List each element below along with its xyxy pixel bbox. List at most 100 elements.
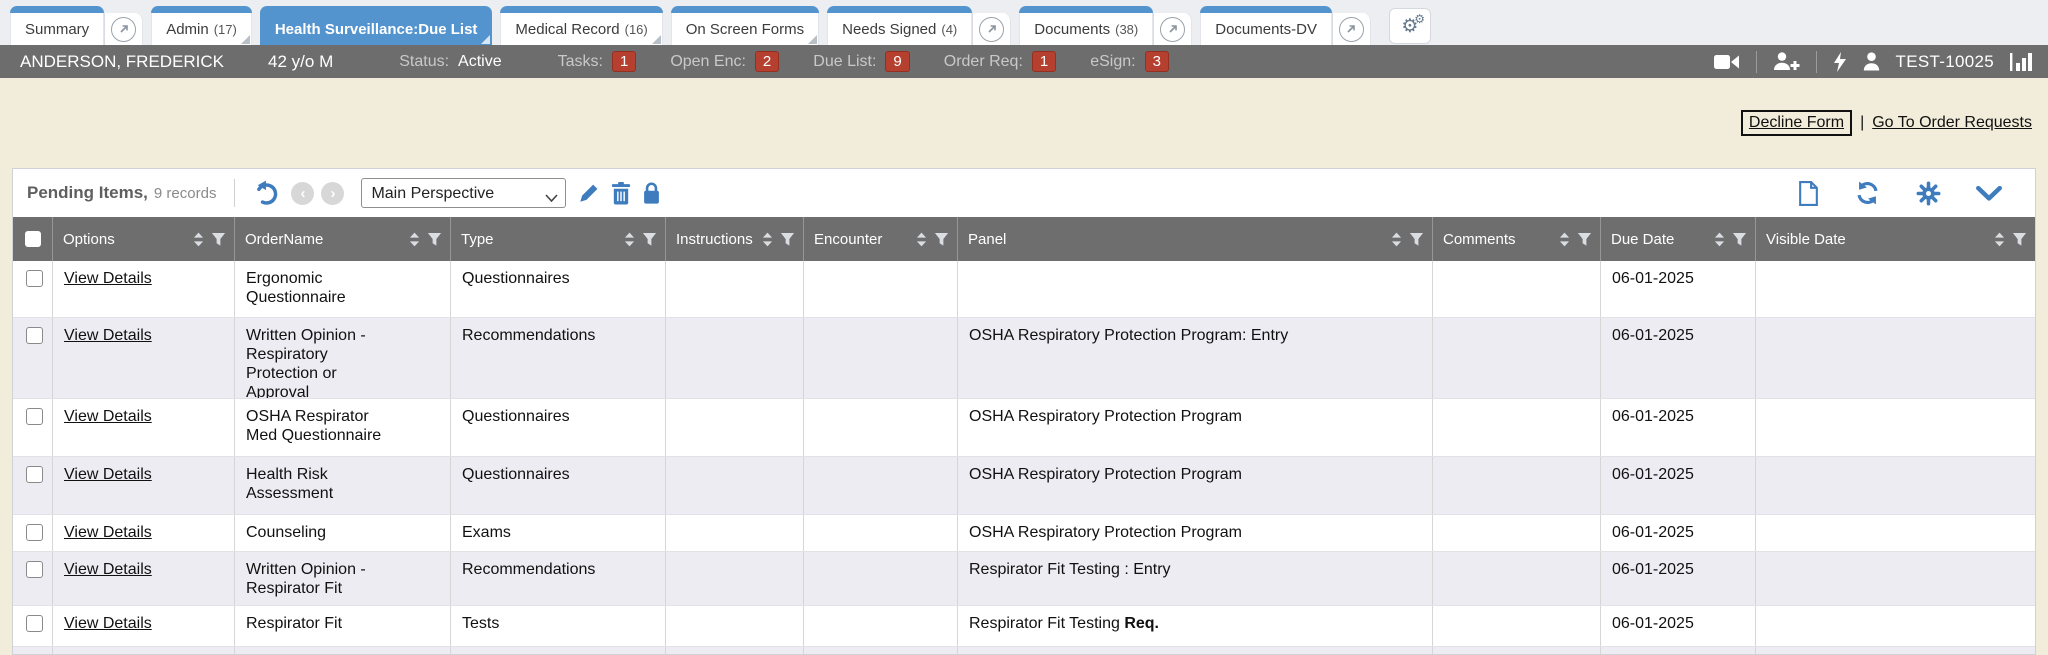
column-label: Visible Date [1766, 231, 1846, 248]
tab-health-surveillance-due-list[interactable]: Health Surveillance:Due List [260, 6, 493, 45]
new-document-button[interactable] [1798, 181, 1819, 206]
column-header-ordername[interactable]: OrderName [235, 217, 451, 261]
next-perspective-button[interactable]: › [321, 182, 344, 205]
delete-perspective-button[interactable] [611, 182, 631, 205]
add-person-icon[interactable] [1773, 52, 1800, 71]
sort-icon[interactable] [1559, 232, 1570, 247]
tab-accent-strip [1019, 6, 1153, 13]
tab-admin[interactable]: Admin(17) [151, 6, 252, 45]
order-name: OSHA Respirator Med Questionnaire [246, 407, 398, 445]
options-cell: View Details [53, 399, 235, 456]
perspective-select[interactable]: Main Perspective [361, 178, 566, 208]
order-name: Written Opinion - Respiratory Protection… [246, 326, 398, 398]
sort-icon[interactable] [1391, 232, 1402, 247]
column-header-panel[interactable]: Panel [958, 217, 1433, 261]
column-header-visible-date[interactable]: Visible Date [1756, 217, 2035, 261]
grid-settings-button[interactable] [1916, 181, 1941, 206]
popout-summary-button[interactable] [104, 13, 143, 45]
order-req-count-badge[interactable]: 1 [1032, 51, 1056, 72]
panel-cell [958, 261, 1433, 317]
due-list-count-badge[interactable]: 9 [885, 51, 909, 72]
filter-icon[interactable] [780, 232, 795, 247]
order-name: Counseling [246, 523, 398, 542]
column-header-comments[interactable]: Comments [1433, 217, 1601, 261]
row-checkbox[interactable] [26, 561, 43, 578]
column-header-instructions[interactable]: Instructions [666, 217, 804, 261]
view-details-link[interactable]: View Details [64, 561, 152, 578]
column-header-due-date[interactable]: Due Date [1601, 217, 1756, 261]
previous-perspective-button[interactable]: ‹ [291, 182, 314, 205]
sort-icon[interactable] [624, 232, 635, 247]
instructions-cell [666, 261, 804, 317]
filter-icon[interactable] [2012, 232, 2027, 247]
ordername-cell: Respirator Fit [235, 606, 451, 646]
action-links-row: Decline Form | Go To Order Requests [0, 78, 2048, 168]
popout-documents-button[interactable] [1153, 13, 1192, 45]
tasks-count-badge[interactable]: 1 [612, 51, 636, 72]
column-header-options[interactable]: Options [53, 217, 235, 261]
table-row: View Details Respirator Fit Tests Respir… [13, 606, 2035, 647]
row-checkbox[interactable] [26, 327, 43, 344]
sort-icon[interactable] [916, 232, 927, 247]
column-header-encounter[interactable]: Encounter [804, 217, 958, 261]
go-to-order-requests-link[interactable]: Go To Order Requests [1872, 114, 2032, 132]
undo-button[interactable] [253, 180, 280, 207]
sort-icon[interactable] [193, 232, 204, 247]
view-details-link[interactable]: View Details [64, 270, 152, 287]
bar-chart-icon[interactable] [2010, 52, 2034, 71]
row-checkbox[interactable] [26, 270, 43, 287]
table-row-partial [13, 647, 2035, 655]
panel-cell: Respirator Fit Testing : Entry [958, 552, 1433, 605]
lock-perspective-button[interactable] [642, 181, 661, 205]
sort-icon[interactable] [1714, 232, 1725, 247]
view-details-link[interactable]: View Details [64, 524, 152, 541]
filter-icon[interactable] [642, 232, 657, 247]
esign-count-badge[interactable]: 3 [1145, 51, 1169, 72]
tab-on-screen-forms[interactable]: On Screen Forms [671, 6, 819, 45]
tab-medical-record[interactable]: Medical Record(16) [500, 6, 662, 45]
popout-needs-signed-button[interactable] [972, 13, 1011, 45]
collapse-chevron-button[interactable] [1976, 186, 2002, 201]
view-details-link[interactable]: View Details [64, 408, 152, 425]
row-checkbox[interactable] [26, 615, 43, 632]
tab-settings-button[interactable]: ⚙⚙ [1389, 8, 1431, 44]
lightning-bolt-icon[interactable] [1833, 52, 1847, 72]
row-checkbox-cell [13, 318, 53, 398]
tab-documents[interactable]: Documents(38) [1019, 6, 1192, 45]
filter-icon[interactable] [427, 232, 442, 247]
filter-icon[interactable] [934, 232, 949, 247]
tab-summary[interactable]: Summary [10, 6, 143, 45]
row-checkbox[interactable] [26, 466, 43, 483]
tab-documents-dv[interactable]: Documents-DV [1200, 6, 1371, 45]
esign-label: eSign: [1090, 53, 1135, 71]
filter-icon[interactable] [211, 232, 226, 247]
filter-icon[interactable] [1577, 232, 1592, 247]
view-details-link[interactable]: View Details [64, 466, 152, 483]
filter-icon[interactable] [1732, 232, 1747, 247]
type-cell: Questionnaires [451, 261, 666, 317]
due-date-cell: 06-01-2025 [1601, 318, 1756, 398]
column-header-type[interactable]: Type [451, 217, 666, 261]
open-enc-count-badge[interactable]: 2 [755, 51, 779, 72]
column-label: Due Date [1611, 231, 1674, 248]
row-checkbox[interactable] [26, 524, 43, 541]
tab-accent-strip [151, 6, 252, 13]
tab-needs-signed[interactable]: Needs Signed(4) [827, 6, 1011, 45]
refresh-button[interactable] [1854, 180, 1881, 206]
sort-icon[interactable] [1994, 232, 2005, 247]
row-checkbox[interactable] [26, 408, 43, 425]
filter-icon[interactable] [1409, 232, 1424, 247]
decline-form-link[interactable]: Decline Form [1749, 114, 1844, 131]
video-camera-icon[interactable] [1714, 53, 1740, 71]
column-label: Options [63, 231, 115, 248]
sort-icon[interactable] [762, 232, 773, 247]
tab-label: Documents [1034, 21, 1110, 38]
view-details-link[interactable]: View Details [64, 327, 152, 344]
view-details-link[interactable]: View Details [64, 615, 152, 632]
select-all-checkbox[interactable] [25, 231, 41, 247]
sort-icon[interactable] [409, 232, 420, 247]
popout-documents-dv-button[interactable] [1332, 13, 1371, 45]
decline-form-focus-box: Decline Form [1741, 110, 1852, 136]
edit-perspective-button[interactable] [578, 182, 600, 204]
tab-count: (17) [214, 22, 237, 37]
